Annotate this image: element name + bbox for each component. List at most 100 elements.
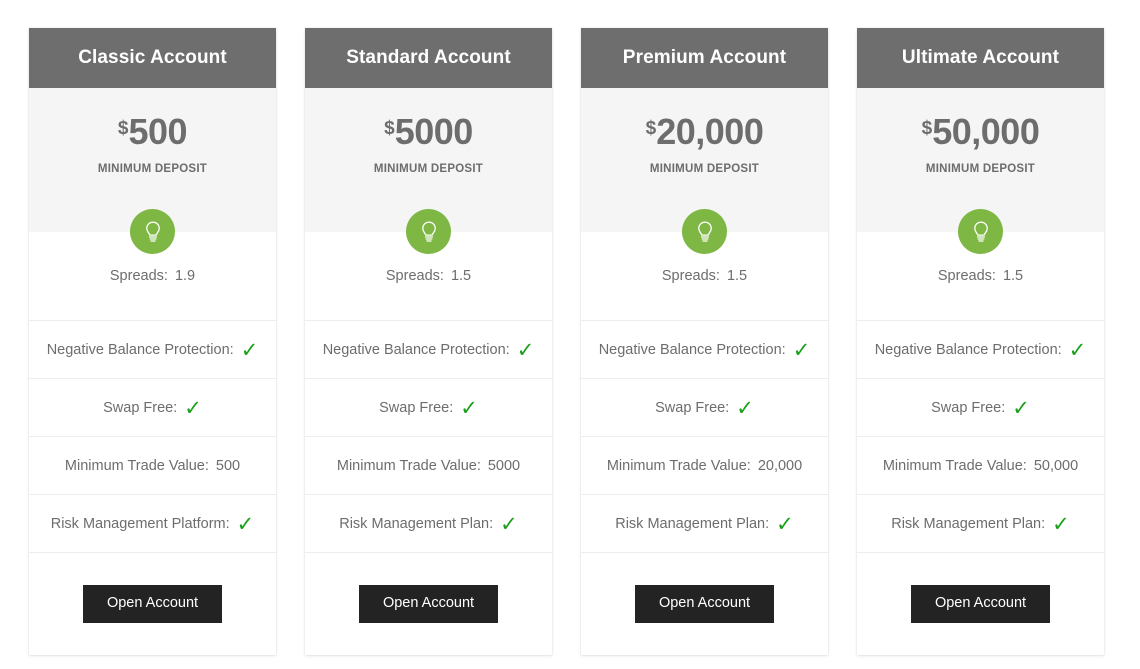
- price-panel: $ 500 MINIMUM DEPOSIT: [29, 88, 276, 254]
- open-account-button[interactable]: Open Account: [358, 585, 499, 623]
- check-icon: ✓: [184, 397, 202, 420]
- open-account-button[interactable]: Open Account: [634, 585, 775, 623]
- feature-label: Minimum Trade Value:: [882, 457, 1027, 474]
- cta-row: Open Account: [857, 552, 1104, 655]
- plan-header: Standard Account: [305, 28, 552, 88]
- feature-label: Swap Free:: [655, 399, 730, 416]
- price-line: $ 50,000: [922, 114, 1040, 150]
- feature-label: Spreads:: [937, 268, 996, 284]
- price-currency: $: [384, 118, 395, 139]
- feature-value: 1.5: [1002, 268, 1024, 284]
- feature-value: 5000: [487, 457, 521, 474]
- feature-list: Spreads: 1.5 Negative Balance Protection: ✓…: [857, 232, 1104, 655]
- plan-title: Premium Account: [622, 47, 787, 68]
- lightbulb-icon: [697, 221, 712, 242]
- feature-label: Spreads:: [661, 268, 720, 284]
- check-icon: ✓: [792, 339, 811, 362]
- feature-label: Swap Free:: [379, 399, 454, 416]
- check-icon: ✓: [236, 513, 255, 536]
- feature-row: Risk Management Plan: ✓: [857, 494, 1104, 552]
- feature-row: Negative Balance Protection: ✓: [29, 320, 276, 378]
- price-panel: $ 20,000 MINIMUM DEPOSIT: [581, 88, 828, 254]
- feature-label: Risk Management Platform:: [50, 515, 230, 532]
- deposit-caption: MINIMUM DEPOSIT: [373, 163, 484, 175]
- lightbulb-icon: [973, 221, 988, 242]
- feature-label: Negative Balance Protection:: [322, 341, 510, 358]
- check-icon: ✓: [736, 397, 754, 420]
- feature-row: Negative Balance Protection: ✓: [857, 320, 1104, 378]
- feature-row: Negative Balance Protection: ✓: [305, 320, 552, 378]
- feature-label: Spreads:: [109, 268, 168, 284]
- feature-row: Minimum Trade Value: 20,000: [581, 436, 828, 494]
- plan-badge: [581, 209, 828, 254]
- feature-label: Risk Management Plan:: [891, 515, 1046, 532]
- feature-label: Negative Balance Protection:: [46, 341, 234, 358]
- plan-header: Classic Account: [29, 28, 276, 88]
- feature-value: 500: [215, 457, 241, 474]
- feature-row: Swap Free: ✓: [29, 378, 276, 436]
- badge-circle: [682, 209, 727, 254]
- plan-title: Classic Account: [78, 47, 227, 68]
- open-account-button[interactable]: Open Account: [82, 585, 223, 623]
- plan-badge: [305, 209, 552, 254]
- price-line: $ 20,000: [646, 114, 764, 150]
- feature-value: 1.5: [450, 268, 472, 284]
- open-account-button[interactable]: Open Account: [910, 585, 1051, 623]
- check-icon: ✓: [776, 513, 794, 536]
- feature-value: 1.5: [726, 268, 748, 284]
- feature-row: Minimum Trade Value: 500: [29, 436, 276, 494]
- feature-label: Risk Management Plan:: [339, 515, 494, 532]
- feature-list: Spreads: 1.5 Negative Balance Protection: ✓…: [581, 232, 828, 655]
- price-panel: $ 50,000 MINIMUM DEPOSIT: [857, 88, 1104, 254]
- price-currency: $: [117, 118, 129, 139]
- plan-badge: [29, 209, 276, 254]
- badge-circle: [130, 209, 175, 254]
- feature-row: Risk Management Plan: ✓: [581, 494, 828, 552]
- check-icon: ✓: [1052, 513, 1070, 536]
- feature-value: 1.9: [174, 268, 196, 284]
- price-amount: 50,000: [932, 111, 1040, 152]
- plan-header: Ultimate Account: [857, 28, 1104, 88]
- feature-label: Swap Free:: [103, 399, 178, 416]
- badge-circle: [406, 209, 451, 254]
- price-line: $ 5000: [384, 114, 473, 150]
- check-icon: ✓: [460, 397, 478, 420]
- check-icon: ✓: [240, 339, 259, 362]
- feature-value: 50,000: [1033, 457, 1079, 474]
- feature-list: Spreads: 1.5 Negative Balance Protection: ✓…: [305, 232, 552, 655]
- price-amount: 5000: [394, 111, 474, 152]
- price-amount: 500: [128, 111, 188, 152]
- lightbulb-icon: [145, 221, 160, 242]
- feature-label: Swap Free:: [931, 399, 1006, 416]
- feature-label: Negative Balance Protection:: [874, 341, 1062, 358]
- price-currency: $: [645, 118, 657, 139]
- badge-circle: [958, 209, 1003, 254]
- plan-card-2: Standard Account $ 5000 MINIMUM DEPOSIT: [305, 28, 552, 655]
- feature-row: Swap Free: ✓: [581, 378, 828, 436]
- price-line: $ 500: [117, 111, 188, 152]
- plan-title: Ultimate Account: [901, 47, 1060, 68]
- cta-row: Open Account: [581, 552, 828, 655]
- cta-row: Open Account: [29, 552, 276, 655]
- feature-row: Minimum Trade Value: 50,000: [857, 436, 1104, 494]
- check-icon: ✓: [516, 339, 535, 362]
- plan-card-1: Classic Account $ 500 MINIMUM DEPOSIT Sp…: [29, 28, 276, 655]
- plan-header: Premium Account: [581, 28, 828, 88]
- feature-label: Risk Management Plan:: [615, 515, 770, 532]
- feature-label: Minimum Trade Value:: [336, 457, 481, 474]
- feature-row: Swap Free: ✓: [305, 378, 552, 436]
- feature-label: Minimum Trade Value:: [606, 457, 751, 474]
- plan-card-3: Premium Account $ 20,000 MINIMUM DEPOSIT: [581, 28, 828, 655]
- feature-row: Risk Management Platform: ✓: [29, 494, 276, 552]
- price-panel: $ 5000 MINIMUM DEPOSIT: [305, 88, 552, 254]
- deposit-caption: MINIMUM DEPOSIT: [925, 163, 1036, 175]
- feature-row: Minimum Trade Value: 5000: [305, 436, 552, 494]
- feature-value: 20,000: [757, 457, 803, 474]
- plan-badge: [857, 209, 1104, 254]
- price-amount: 20,000: [656, 111, 764, 152]
- check-icon: ✓: [1068, 339, 1087, 362]
- deposit-caption: MINIMUM DEPOSIT: [649, 163, 760, 175]
- feature-row: Swap Free: ✓: [857, 378, 1104, 436]
- cta-row: Open Account: [305, 552, 552, 655]
- plan-title: Standard Account: [346, 47, 511, 68]
